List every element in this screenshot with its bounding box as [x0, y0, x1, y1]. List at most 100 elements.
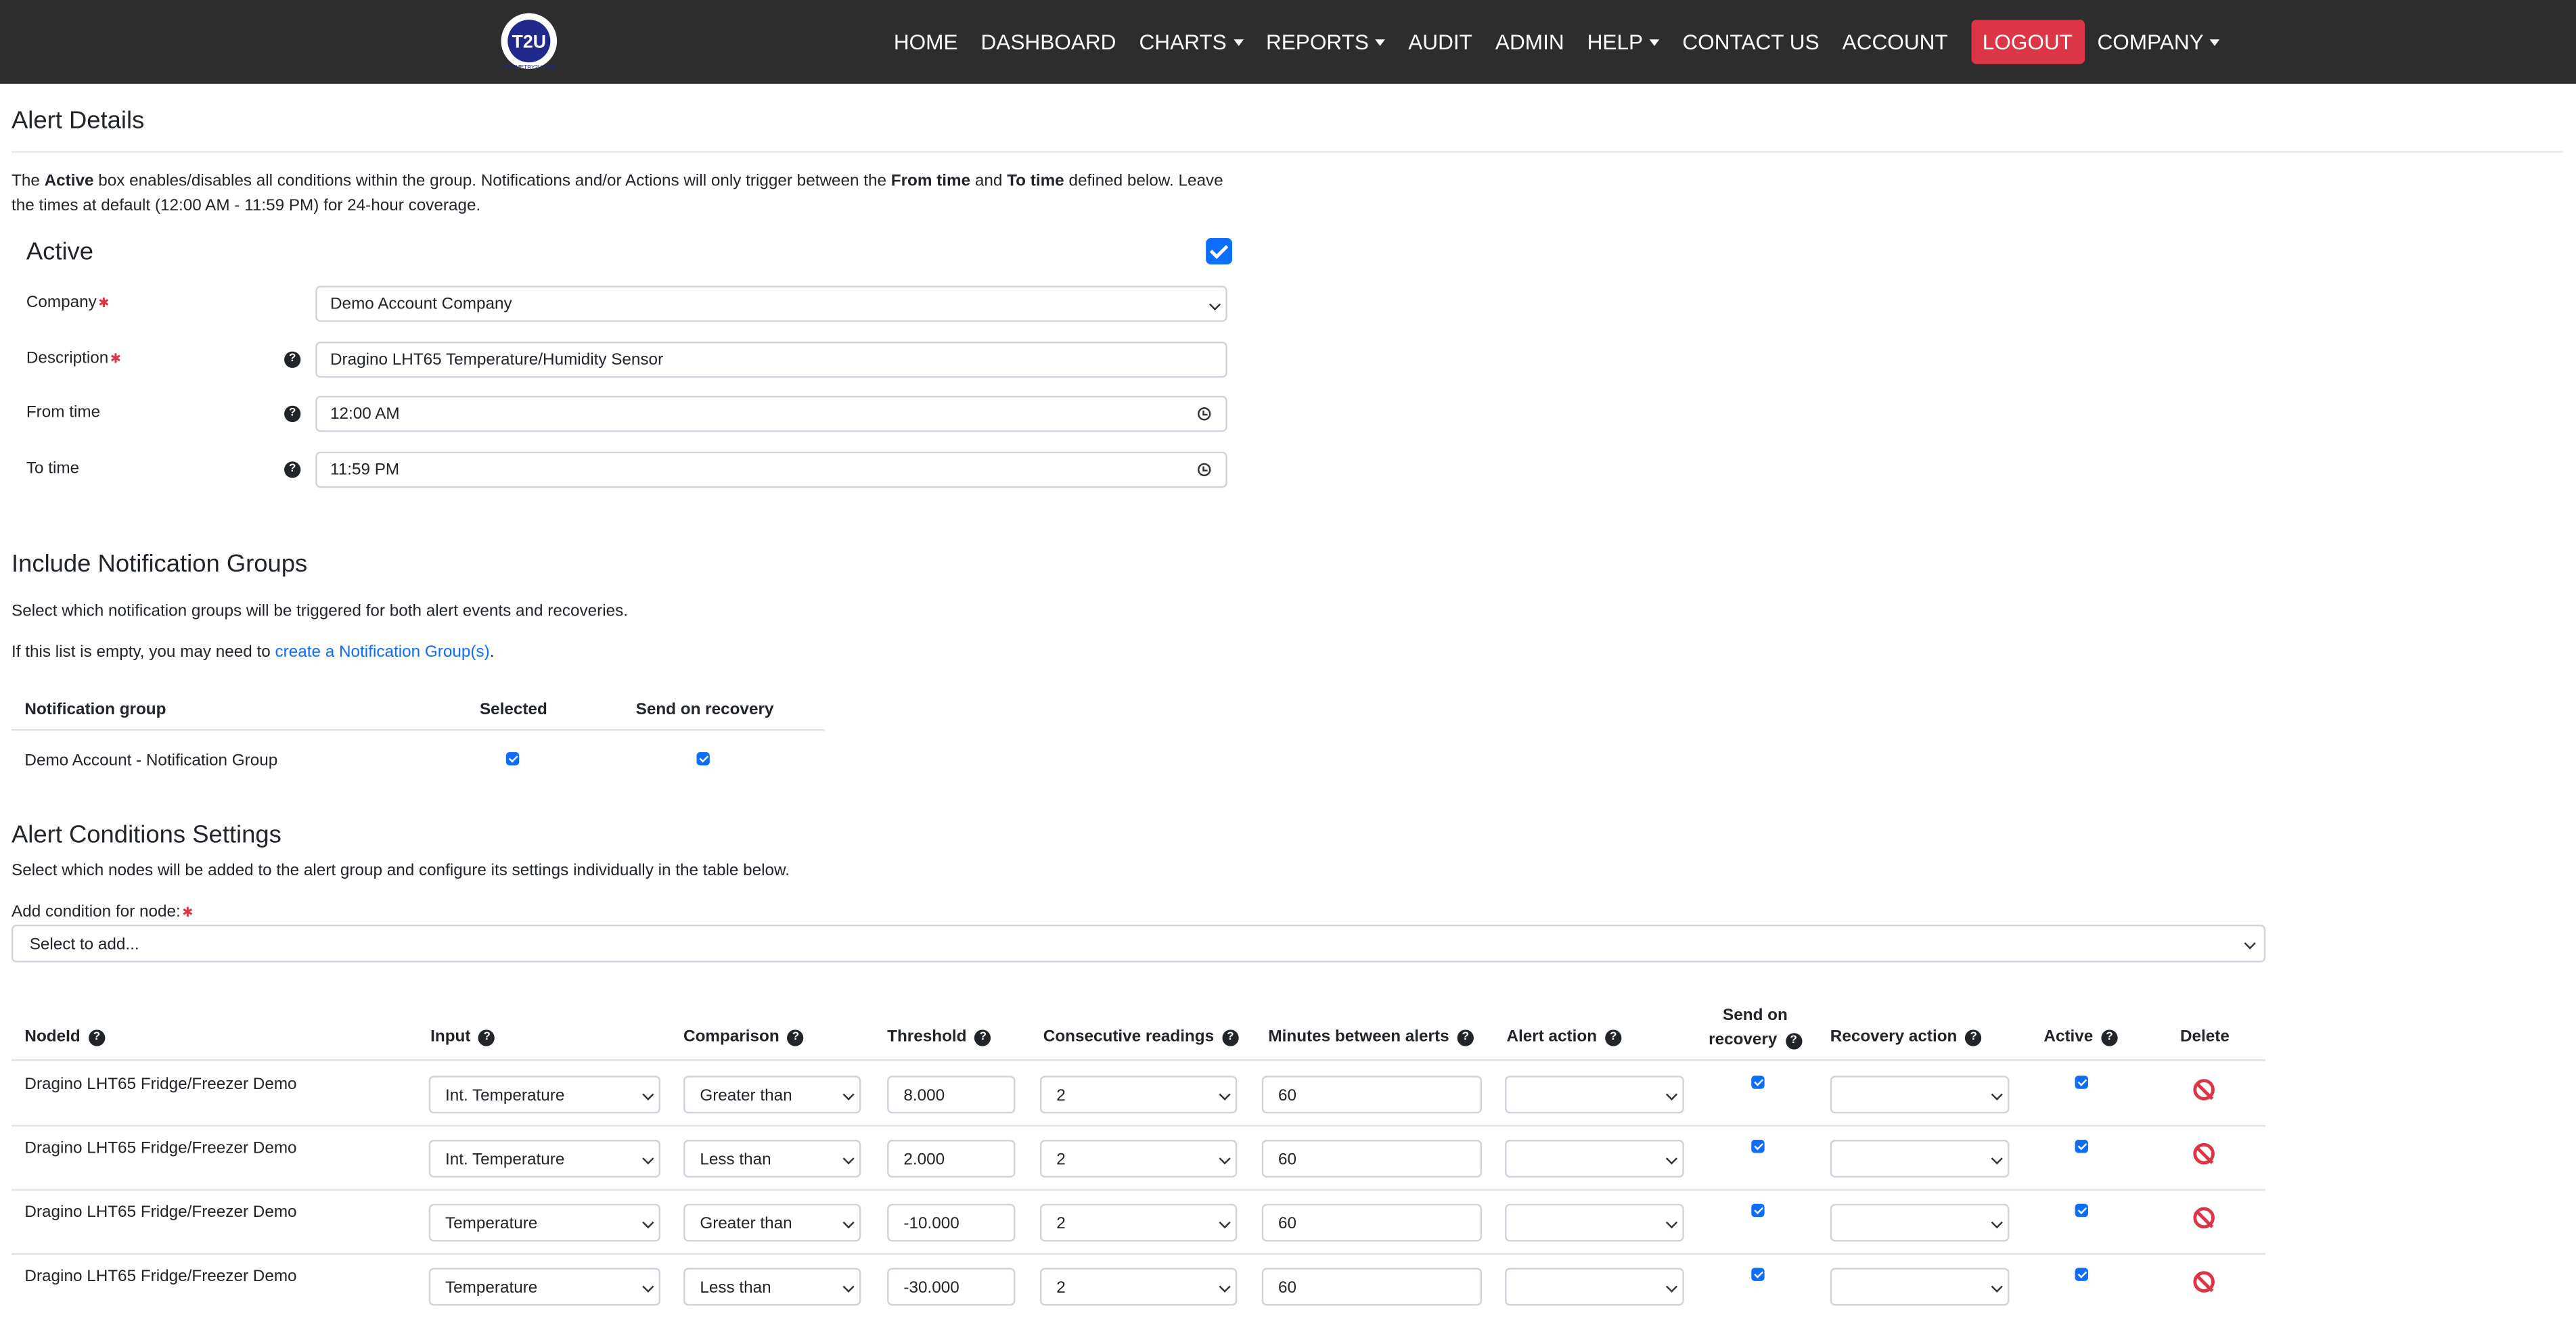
- chevron-down-icon: [842, 1153, 855, 1165]
- recovery-action-select[interactable]: [1830, 1075, 2010, 1114]
- description-input[interactable]: Dragino LHT65 Temperature/Humidity Senso…: [315, 342, 1227, 378]
- input-select[interactable]: Temperature: [428, 1268, 661, 1306]
- help-icon[interactable]: ?: [1457, 1029, 1474, 1046]
- minutes-between-alerts-input[interactable]: 60: [1261, 1140, 1483, 1178]
- comparison-select[interactable]: Greater than: [683, 1075, 861, 1114]
- alert-action-select[interactable]: [1505, 1203, 1684, 1242]
- table-row: Dragino LHT65 Fridge/Freezer Demo Int. Te…: [12, 1127, 2265, 1191]
- help-icon[interactable]: ?: [2101, 1029, 2118, 1046]
- consecutive-readings-select[interactable]: 2: [1039, 1268, 1238, 1306]
- notification-group-name: Demo Account - Notification Group: [24, 752, 278, 770]
- minutes-between-alerts-input[interactable]: 60: [1261, 1268, 1483, 1306]
- create-notification-group-link[interactable]: create a Notification Group(s): [275, 644, 490, 662]
- nav-item-home[interactable]: HOME: [894, 30, 958, 54]
- consecutive-readings-select[interactable]: 2: [1039, 1140, 1238, 1178]
- chevron-down-icon: [1991, 1280, 2003, 1293]
- help-icon[interactable]: ?: [1785, 1032, 1802, 1049]
- chevron-down-icon: [1991, 1153, 2003, 1165]
- logout-button[interactable]: LOGOUT: [1970, 20, 2085, 64]
- nav-item-reports[interactable]: REPORTS: [1266, 30, 1386, 54]
- alert-action-select[interactable]: [1505, 1075, 1684, 1114]
- threshold-input[interactable]: 2.000: [887, 1140, 1016, 1178]
- send-on-recovery-checkbox[interactable]: [1751, 1140, 1765, 1153]
- active-checkbox[interactable]: [2075, 1140, 2088, 1153]
- nav-item-account[interactable]: ACCOUNT: [1843, 30, 1948, 54]
- help-icon[interactable]: ?: [284, 461, 301, 478]
- node-name: Dragino LHT65 Fridge/Freezer Demo: [24, 1140, 297, 1158]
- col-input: Input?: [430, 1028, 495, 1046]
- send-on-recovery-checkbox[interactable]: [1751, 1268, 1765, 1281]
- nav-item-contact-us[interactable]: CONTACT US: [1682, 30, 1819, 54]
- input-select[interactable]: Int. Temperature: [428, 1140, 661, 1178]
- table-row: Dragino LHT65 Fridge/Freezer Demo Int. Te…: [12, 1063, 2265, 1127]
- help-icon[interactable]: ?: [1605, 1029, 1622, 1046]
- intro-text: The Active box enables/disables all cond…: [11, 172, 1223, 216]
- delete-icon[interactable]: [2193, 1271, 2215, 1293]
- send-on-recovery-checkbox[interactable]: [1751, 1075, 1765, 1089]
- required-asterisk: ✱: [98, 296, 110, 310]
- active-checkbox[interactable]: [2075, 1203, 2088, 1218]
- minutes-between-alerts-input[interactable]: 60: [1261, 1203, 1483, 1242]
- delete-icon[interactable]: [2193, 1142, 2215, 1165]
- delete-icon[interactable]: [2193, 1207, 2215, 1229]
- telemetry2u-logo[interactable]: T2U TELEMETRY2U.COM: [491, 10, 567, 72]
- delete-icon[interactable]: [2193, 1079, 2215, 1101]
- company-select[interactable]: Demo Account Company: [315, 285, 1227, 322]
- node-name: Dragino LHT65 Fridge/Freezer Demo: [24, 1075, 297, 1094]
- active-checkbox[interactable]: [1206, 238, 1232, 264]
- nav-item-company[interactable]: COMPANY: [2097, 30, 2220, 54]
- consecutive-readings-select[interactable]: 2: [1039, 1203, 1238, 1242]
- help-icon[interactable]: ?: [787, 1029, 805, 1046]
- notification-groups-empty-hint: If this list is empty, you may need to c…: [11, 643, 495, 662]
- nav-item-audit[interactable]: AUDIT: [1408, 30, 1472, 54]
- threshold-input[interactable]: -10.000: [887, 1203, 1016, 1242]
- consecutive-readings-select[interactable]: 2: [1039, 1075, 1238, 1114]
- nav-item-help[interactable]: HELP: [1587, 30, 1660, 54]
- help-icon[interactable]: ?: [284, 405, 301, 422]
- nav-item-admin[interactable]: ADMIN: [1495, 30, 1564, 54]
- input-select[interactable]: Temperature: [428, 1203, 661, 1242]
- clock-icon[interactable]: [1198, 463, 1211, 477]
- recovery-action-select[interactable]: [1830, 1268, 2010, 1306]
- nav-item-charts[interactable]: CHARTS: [1139, 30, 1243, 54]
- help-icon[interactable]: ?: [88, 1029, 106, 1046]
- notification-groups-heading: Include Notification Groups: [11, 550, 308, 578]
- alert-action-select[interactable]: [1505, 1268, 1684, 1306]
- clock-icon[interactable]: [1198, 407, 1211, 421]
- col-minutes-between-alerts: Minutes between alerts?: [1268, 1028, 1474, 1046]
- comparison-select[interactable]: Less than: [683, 1268, 861, 1306]
- col-nodeid: NodeId?: [24, 1028, 106, 1046]
- recovery-action-select[interactable]: [1830, 1140, 2010, 1178]
- comparison-select[interactable]: Less than: [683, 1140, 861, 1178]
- to-time-input[interactable]: 11:59 PM: [315, 451, 1227, 488]
- from-time-input[interactable]: 12:00 AM: [315, 396, 1227, 432]
- notification-group-selected-checkbox[interactable]: [505, 752, 520, 766]
- help-icon[interactable]: ?: [1222, 1029, 1239, 1046]
- alert-action-select[interactable]: [1505, 1140, 1684, 1178]
- threshold-input[interactable]: 8.000: [887, 1075, 1016, 1114]
- add-condition-node-select[interactable]: Select to add...: [11, 924, 2266, 963]
- to-time-label: To time: [26, 459, 80, 478]
- active-checkbox[interactable]: [2075, 1268, 2088, 1281]
- input-select[interactable]: Int. Temperature: [428, 1075, 661, 1114]
- notification-group-recovery-checkbox[interactable]: [696, 752, 710, 766]
- threshold-input[interactable]: -30.000: [887, 1268, 1016, 1306]
- chevron-down-icon: [642, 1153, 654, 1165]
- help-icon[interactable]: ?: [478, 1029, 495, 1046]
- help-icon[interactable]: ?: [974, 1029, 991, 1046]
- help-icon[interactable]: ?: [1965, 1029, 1982, 1046]
- recovery-action-select[interactable]: [1830, 1203, 2010, 1242]
- col-send-on-recovery: Send on recovery: [635, 701, 774, 720]
- send-on-recovery-checkbox[interactable]: [1751, 1203, 1765, 1218]
- alert-conditions-heading: Alert Conditions Settings: [11, 821, 281, 850]
- minutes-between-alerts-input[interactable]: 60: [1261, 1075, 1483, 1114]
- nav-item-dashboard[interactable]: DASHBOARD: [981, 30, 1116, 54]
- col-send-on-recovery: Send on recovery?: [1709, 1004, 1802, 1053]
- chevron-down-icon: [842, 1280, 855, 1293]
- help-icon[interactable]: ?: [284, 351, 301, 368]
- chevron-down-icon: [1219, 1280, 1231, 1293]
- comparison-select[interactable]: Greater than: [683, 1203, 861, 1242]
- active-checkbox[interactable]: [2075, 1075, 2088, 1089]
- divider: [11, 151, 2563, 153]
- chevron-down-icon: [1219, 1153, 1231, 1165]
